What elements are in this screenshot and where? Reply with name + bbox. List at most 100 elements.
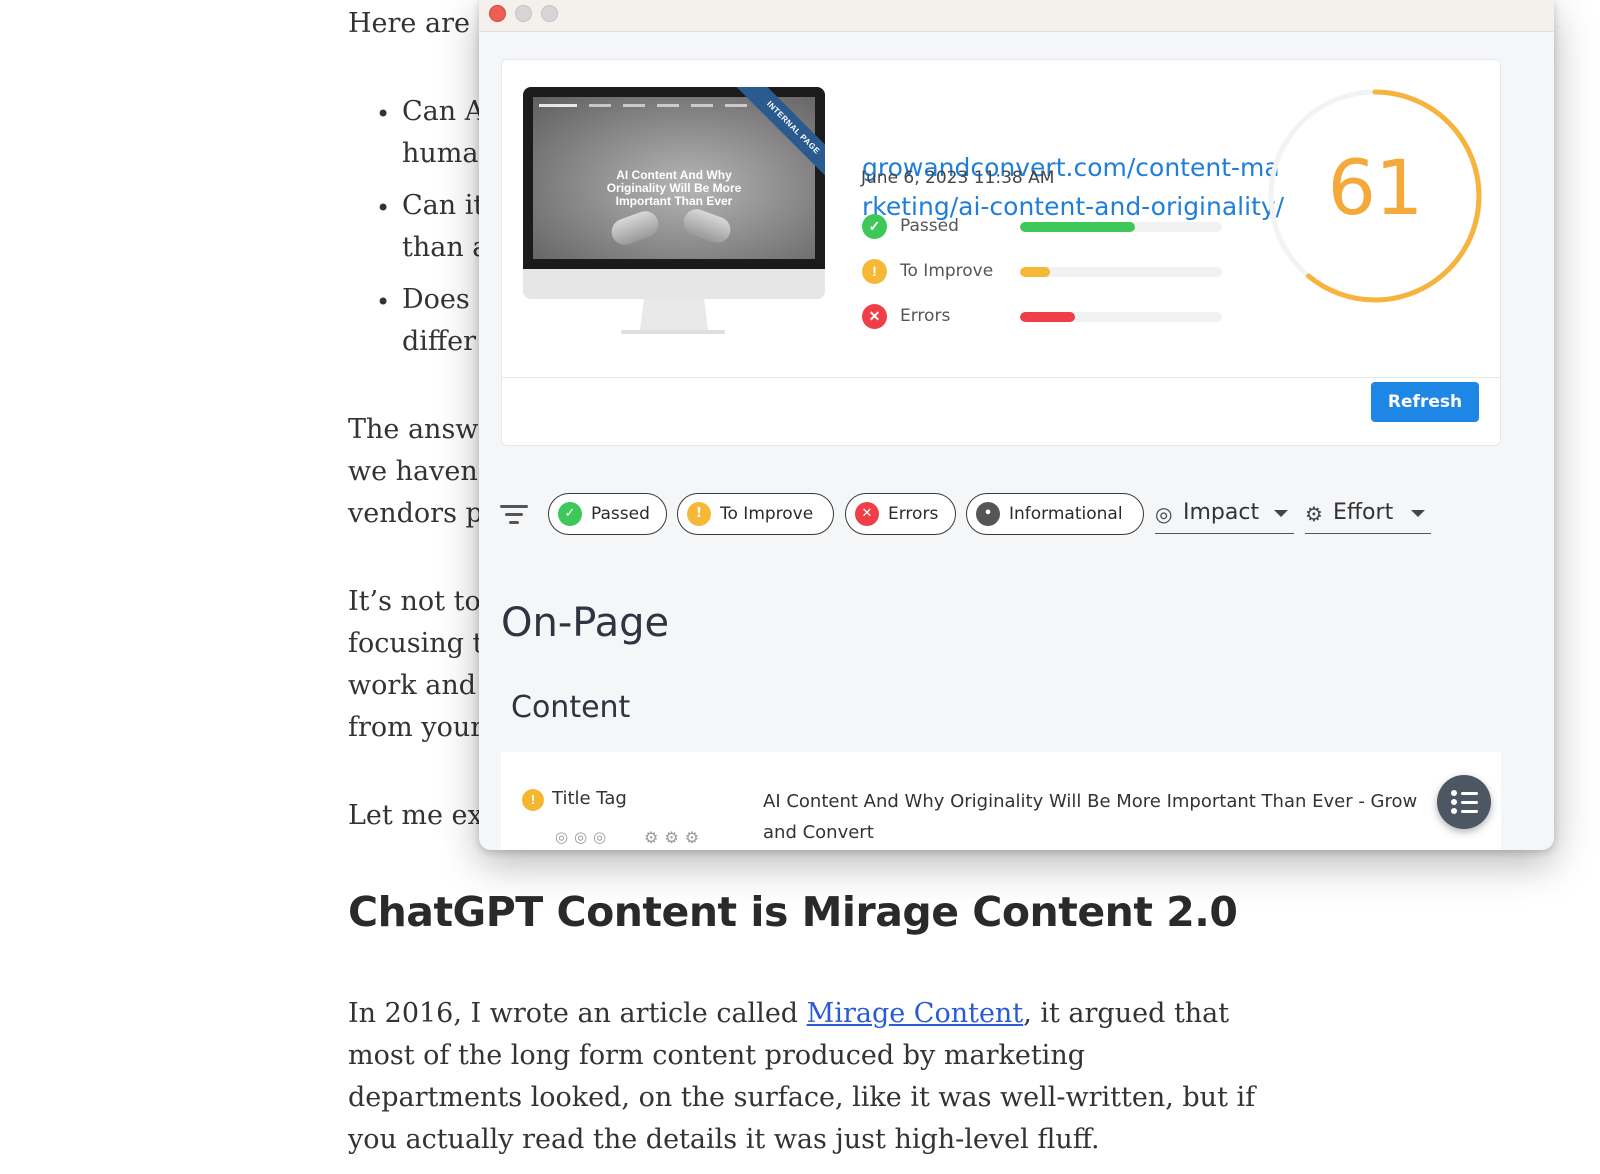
section-title: On-Page xyxy=(501,600,670,646)
score-gauge: 61 xyxy=(1264,85,1486,307)
window-titlebar[interactable] xyxy=(479,0,1554,32)
x-icon: ✕ xyxy=(862,304,887,329)
check-icon: ✓ xyxy=(558,502,582,526)
table-of-contents-button[interactable] xyxy=(1437,775,1491,829)
article-line: Let me exp xyxy=(348,800,500,831)
article-paragraph-line: most of the long form content produced b… xyxy=(348,1040,1085,1071)
list-bullet xyxy=(1451,790,1457,796)
nav-bar xyxy=(725,104,747,107)
monitor-stand xyxy=(639,299,709,333)
stat-label: To Improve xyxy=(900,261,994,281)
stat-passed: ✓ Passed xyxy=(862,214,1262,240)
nav-bar xyxy=(539,104,577,107)
analysis-date: June 6, 2023 11:38 AM xyxy=(861,168,1055,188)
list-bullet xyxy=(1451,799,1457,805)
paragraph-text: , it argued that xyxy=(1023,998,1230,1029)
mirage-content-link[interactable]: Mirage Content xyxy=(807,998,1024,1029)
dropdown-label: Impact xyxy=(1183,500,1260,525)
list-line xyxy=(1461,792,1478,795)
list-line xyxy=(1461,810,1478,813)
filter-line xyxy=(505,513,523,516)
filter-icon[interactable] xyxy=(500,505,528,527)
chip-label: Informational xyxy=(1009,504,1123,524)
filter-chip-informational[interactable]: • Informational xyxy=(966,493,1144,535)
monitor-stand-base xyxy=(621,330,725,334)
nav-bar xyxy=(589,104,611,107)
chip-label: Errors xyxy=(888,504,939,524)
check-icon: ✓ xyxy=(862,214,887,239)
stat-label: Errors xyxy=(900,306,951,326)
exclamation-icon: ! xyxy=(522,789,544,811)
nav-bar xyxy=(623,104,645,107)
article-line: Here are s xyxy=(348,8,493,39)
robot-figure xyxy=(680,205,734,247)
x-icon: ✕ xyxy=(855,502,879,526)
monitor-screen: AI Content And Why Originality Will Be M… xyxy=(523,87,825,269)
window-minimize-button[interactable] xyxy=(515,5,532,22)
article-paragraph-line: you actually read the details it was jus… xyxy=(348,1124,1100,1155)
robot-figure xyxy=(608,207,662,249)
info-dot-icon: • xyxy=(976,502,1000,526)
card-divider xyxy=(502,377,1500,378)
effort-dropdown[interactable]: ⚙ Effort xyxy=(1305,496,1431,534)
article-line: Does i xyxy=(402,284,487,315)
bullet-dot: • xyxy=(376,288,391,316)
check-label: Title Tag xyxy=(552,788,627,809)
stat-fill xyxy=(1020,312,1075,322)
article-paragraph-line: In 2016, I wrote an article called Mirag… xyxy=(348,998,1229,1029)
exclamation-icon: ! xyxy=(862,259,887,284)
article-line: differ xyxy=(402,326,476,357)
stat-track xyxy=(1020,222,1222,232)
window-close-button[interactable] xyxy=(489,5,506,22)
stat-to-improve: ! To Improve xyxy=(862,259,1262,285)
article-paragraph-line: departments looked, on the surface, like… xyxy=(348,1082,1256,1113)
nav-bar xyxy=(657,104,679,107)
bullet-dot: • xyxy=(376,194,391,222)
stat-fill xyxy=(1020,267,1051,277)
list-line xyxy=(1461,801,1478,804)
stat-track xyxy=(1020,267,1222,277)
filter-chip-passed[interactable]: ✓ Passed xyxy=(548,493,667,535)
monitor-chin xyxy=(523,269,825,299)
exclamation-icon: ! xyxy=(687,502,711,526)
paragraph-text: In 2016, I wrote an article called xyxy=(348,998,807,1029)
article-line: It’s not to xyxy=(348,586,481,617)
filter-line xyxy=(509,521,519,524)
article-line: vendors pu xyxy=(348,498,501,529)
bullet-dot: • xyxy=(376,100,391,128)
article-line: than a xyxy=(402,232,489,263)
stat-fill xyxy=(1020,222,1136,232)
gear-icon: ⚙ xyxy=(1305,502,1323,526)
page-thumbnail: AI Content And Why Originality Will Be M… xyxy=(523,87,825,357)
list-bullet xyxy=(1451,808,1457,814)
stat-track xyxy=(1020,312,1222,322)
subsection-title: Content xyxy=(511,690,631,725)
window-maximize-button[interactable] xyxy=(541,5,558,22)
article-line: humar xyxy=(402,138,492,169)
impact-dropdown[interactable]: ◎ Impact xyxy=(1155,496,1294,534)
impact-rating-icons: ◎◎◎ xyxy=(555,829,613,846)
score-value: 61 xyxy=(1327,143,1424,232)
article-line: focusing to xyxy=(348,628,500,659)
filter-line xyxy=(500,505,528,508)
seo-analysis-window: AI Content And Why Originality Will Be M… xyxy=(479,0,1554,850)
dropdown-label: Effort xyxy=(1333,500,1394,525)
article-line: Can it xyxy=(402,190,485,221)
check-value: AI Content And Why Originality Will Be M… xyxy=(763,791,1418,843)
article-heading: ChatGPT Content is Mirage Content 2.0 xyxy=(348,888,1238,936)
check-row-title-tag[interactable]: ! Title Tag AI Content And Why Originali… xyxy=(501,752,1501,850)
article-line: we haven’t xyxy=(348,456,498,487)
article-line: The answe xyxy=(348,414,495,445)
article-line: work and t xyxy=(348,670,496,701)
stat-errors: ✕ Errors xyxy=(862,304,1262,330)
effort-rating-icons: ⚙⚙⚙ xyxy=(644,830,706,847)
nav-bar xyxy=(691,104,713,107)
chevron-down-icon xyxy=(1411,510,1425,517)
chevron-down-icon xyxy=(1274,510,1288,517)
filter-chip-errors[interactable]: ✕ Errors xyxy=(845,493,956,535)
filter-chip-to-improve[interactable]: ! To Improve xyxy=(677,493,834,535)
summary-card: AI Content And Why Originality Will Be M… xyxy=(501,59,1501,446)
stat-label: Passed xyxy=(900,216,959,236)
refresh-button[interactable]: Refresh xyxy=(1371,382,1479,422)
thumbnail-title: AI Content And Why Originality Will Be M… xyxy=(606,168,742,208)
